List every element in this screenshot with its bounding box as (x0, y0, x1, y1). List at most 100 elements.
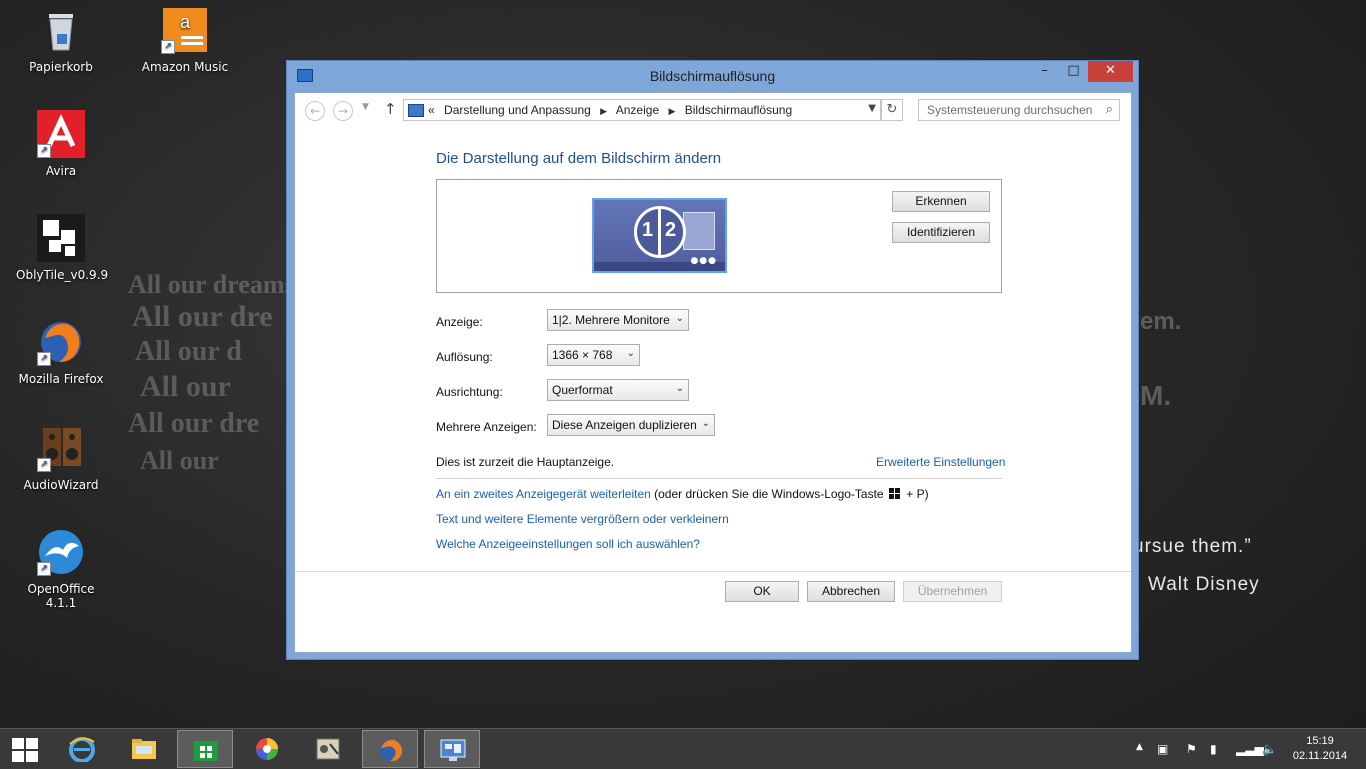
volume-icon[interactable]: 🔈 (1262, 742, 1277, 756)
orientation-select[interactable]: Querformat ⌄ (547, 379, 689, 401)
oblytile-icon (37, 214, 85, 262)
control-panel-icon (408, 104, 424, 117)
desktop-icon-amazon-music[interactable]: a ↗ Amazon Music (140, 6, 230, 74)
avira-icon: ↗ (37, 110, 85, 158)
desktop-icon-label: Avira (45, 164, 77, 178)
desktop-icon-audiowizard[interactable]: ↗ AudioWizard (16, 424, 106, 492)
close-button[interactable]: ✕ (1088, 61, 1133, 82)
advanced-settings-link[interactable]: Erweiterte Einstellungen (876, 455, 1005, 469)
window-content: ← → ▼ ↑ « Darstellung und Anpassung ▶ An… (294, 92, 1132, 653)
windows-logo-icon (12, 738, 38, 762)
multiple-displays-label: Mehrere Anzeigen: (436, 420, 537, 434)
breadcrumb: « Darstellung und Anpassung ▶ Anzeige ▶ … (428, 103, 798, 117)
clock-date: 02.11.2014 (1292, 750, 1348, 762)
breadcrumb-item[interactable]: Anzeige (616, 103, 659, 117)
recent-pages-dropdown-icon[interactable]: ▼ (362, 102, 369, 112)
monitor-number-2: 2 (665, 219, 677, 241)
up-arrow-icon[interactable]: ↑ (384, 100, 397, 118)
display-tray-icon[interactable]: ▣ (1157, 742, 1168, 756)
cancel-button[interactable]: Abbrechen (807, 581, 895, 602)
apply-button[interactable]: Übernehmen (903, 581, 1002, 602)
breadcrumb-separator-icon[interactable]: ▶ (668, 106, 675, 116)
project-hint-row: An ein zweites Anzeigegerät weiterleiten… (436, 487, 929, 501)
wallpaper-typography: All our dre (132, 300, 273, 333)
folder-icon (132, 739, 156, 759)
wallpaper-quote: ursue them.” (1133, 536, 1252, 557)
taskbar-control-panel[interactable] (424, 730, 480, 768)
breadcrumb-item[interactable]: Darstellung und Anpassung (444, 103, 591, 117)
wallpaper-typography: All our (140, 370, 231, 403)
taskbar: ▲ ▣ ⚑ ▮ ▂▃▅ 🔈 15:19 02.11.2014 (0, 728, 1366, 769)
minimize-button[interactable]: – (1030, 61, 1059, 82)
wallpaper-author: Walt Disney (1148, 574, 1260, 595)
clock[interactable]: 15:19 02.11.2014 (1284, 734, 1356, 764)
show-hidden-icons-icon[interactable]: ▲ (1136, 742, 1143, 752)
address-bar[interactable]: « Darstellung und Anpassung ▶ Anzeige ▶ … (403, 99, 881, 121)
shortcut-arrow-icon: ↗ (37, 144, 51, 158)
taskbar-file-explorer[interactable] (116, 730, 172, 768)
resolution-label: Auflösung: (436, 350, 493, 364)
desktop-icon-recycle-bin[interactable]: Papierkorb (16, 6, 106, 74)
amazon-music-icon: a ↗ (161, 6, 209, 54)
multiple-displays-select[interactable]: Diese Anzeigen duplizieren ⌄ (547, 414, 715, 436)
orientation-label: Ausrichtung: (436, 385, 503, 399)
desktop-icon-oblytile[interactable]: OblyTile_v0.9.9 (16, 214, 108, 282)
refresh-button[interactable]: ↻ (881, 99, 903, 121)
wallpaper-faint-text: M. (1140, 380, 1172, 411)
taskbar-color-app[interactable] (239, 730, 295, 768)
wallpaper-faint-text: em. (1140, 308, 1182, 335)
network-signal-icon[interactable]: ▂▃▅ (1236, 742, 1264, 756)
start-button[interactable] (0, 730, 52, 768)
project-hint-shortcut: + P) (906, 487, 929, 501)
shortcut-arrow-icon: ↗ (37, 562, 51, 576)
desktop-icon-label: OpenOffice 4.1.1 (27, 582, 95, 610)
desktop-icon-label: AudioWizard (23, 478, 99, 492)
display-select[interactable]: 1|2. Mehrere Monitore ⌄ (547, 309, 689, 331)
taskbar-internet-explorer[interactable] (54, 730, 110, 768)
desktop-icon-firefox[interactable]: ↗ Mozilla Firefox (16, 318, 106, 386)
chevron-down-icon[interactable]: ▼ (868, 103, 876, 114)
battery-icon[interactable]: ▮ (1210, 742, 1217, 756)
back-arrow-icon[interactable]: ← (305, 101, 325, 121)
audiowizard-icon: ↗ (37, 424, 85, 472)
chevron-down-icon: ⌄ (675, 313, 684, 324)
monitor-number-1: 1 (642, 219, 654, 241)
multiple-displays-select-value: Diese Anzeigen duplizieren (552, 418, 697, 432)
breadcrumb-separator-icon[interactable]: ▶ (600, 106, 607, 116)
control-panel-icon (440, 739, 466, 761)
desktop-icon-avira[interactable]: ↗ Avira (16, 110, 106, 178)
monitor-icon[interactable]: 1 2 ●●● (592, 198, 727, 273)
window-title: Bildschirmauflösung (649, 68, 776, 84)
resolution-select[interactable]: 1366 × 768 ⌄ (547, 344, 640, 366)
main-display-status: Dies ist zurzeit die Hauptanzeige. (436, 455, 615, 469)
ok-button[interactable]: OK (725, 581, 799, 602)
text-size-link[interactable]: Text und weitere Elemente vergrößern ode… (436, 512, 729, 526)
page-title: Die Darstellung auf dem Bildschirm änder… (436, 150, 722, 167)
action-center-flag-icon[interactable]: ⚑ (1186, 742, 1197, 756)
taskbar-store[interactable] (177, 730, 233, 768)
desktop-icon-label: Amazon Music (141, 60, 229, 74)
openoffice-icon: ↗ (37, 528, 85, 576)
search-input[interactable]: Systemsteuerung durchsuchen ⌕ (918, 99, 1120, 121)
desktop-icon-openoffice[interactable]: ↗ OpenOffice 4.1.1 (16, 528, 106, 610)
breadcrumb-overflow[interactable]: « (428, 103, 435, 117)
search-icon[interactable]: ⌕ (1106, 102, 1113, 117)
firefox-icon (380, 739, 403, 762)
divider (436, 478, 1002, 479)
windows-logo-icon (888, 488, 901, 500)
monitor-split-line (658, 206, 661, 258)
shortcut-arrow-icon: ↗ (37, 352, 51, 366)
detect-button[interactable]: Erkennen (892, 191, 990, 212)
project-second-display-link[interactable]: An ein zweites Anzeigegerät weiterleiten (436, 487, 651, 501)
maximize-button[interactable]: □ (1059, 61, 1088, 82)
identify-button[interactable]: Identifizieren (892, 222, 990, 243)
which-settings-link[interactable]: Welche Anzeigeeinstellungen soll ich aus… (436, 537, 700, 551)
forward-arrow-icon[interactable]: → (333, 101, 353, 121)
display-select-value: 1|2. Mehrere Monitore (552, 313, 670, 327)
orientation-select-value: Querformat (552, 383, 613, 397)
breadcrumb-item[interactable]: Bildschirmauflösung (685, 103, 792, 117)
clock-time: 15:19 (1306, 735, 1334, 747)
taskbar-firefox[interactable] (362, 730, 418, 768)
taskbar-audio-wizard[interactable] (300, 730, 356, 768)
title-bar[interactable]: Bildschirmauflösung – □ ✕ (287, 61, 1138, 91)
